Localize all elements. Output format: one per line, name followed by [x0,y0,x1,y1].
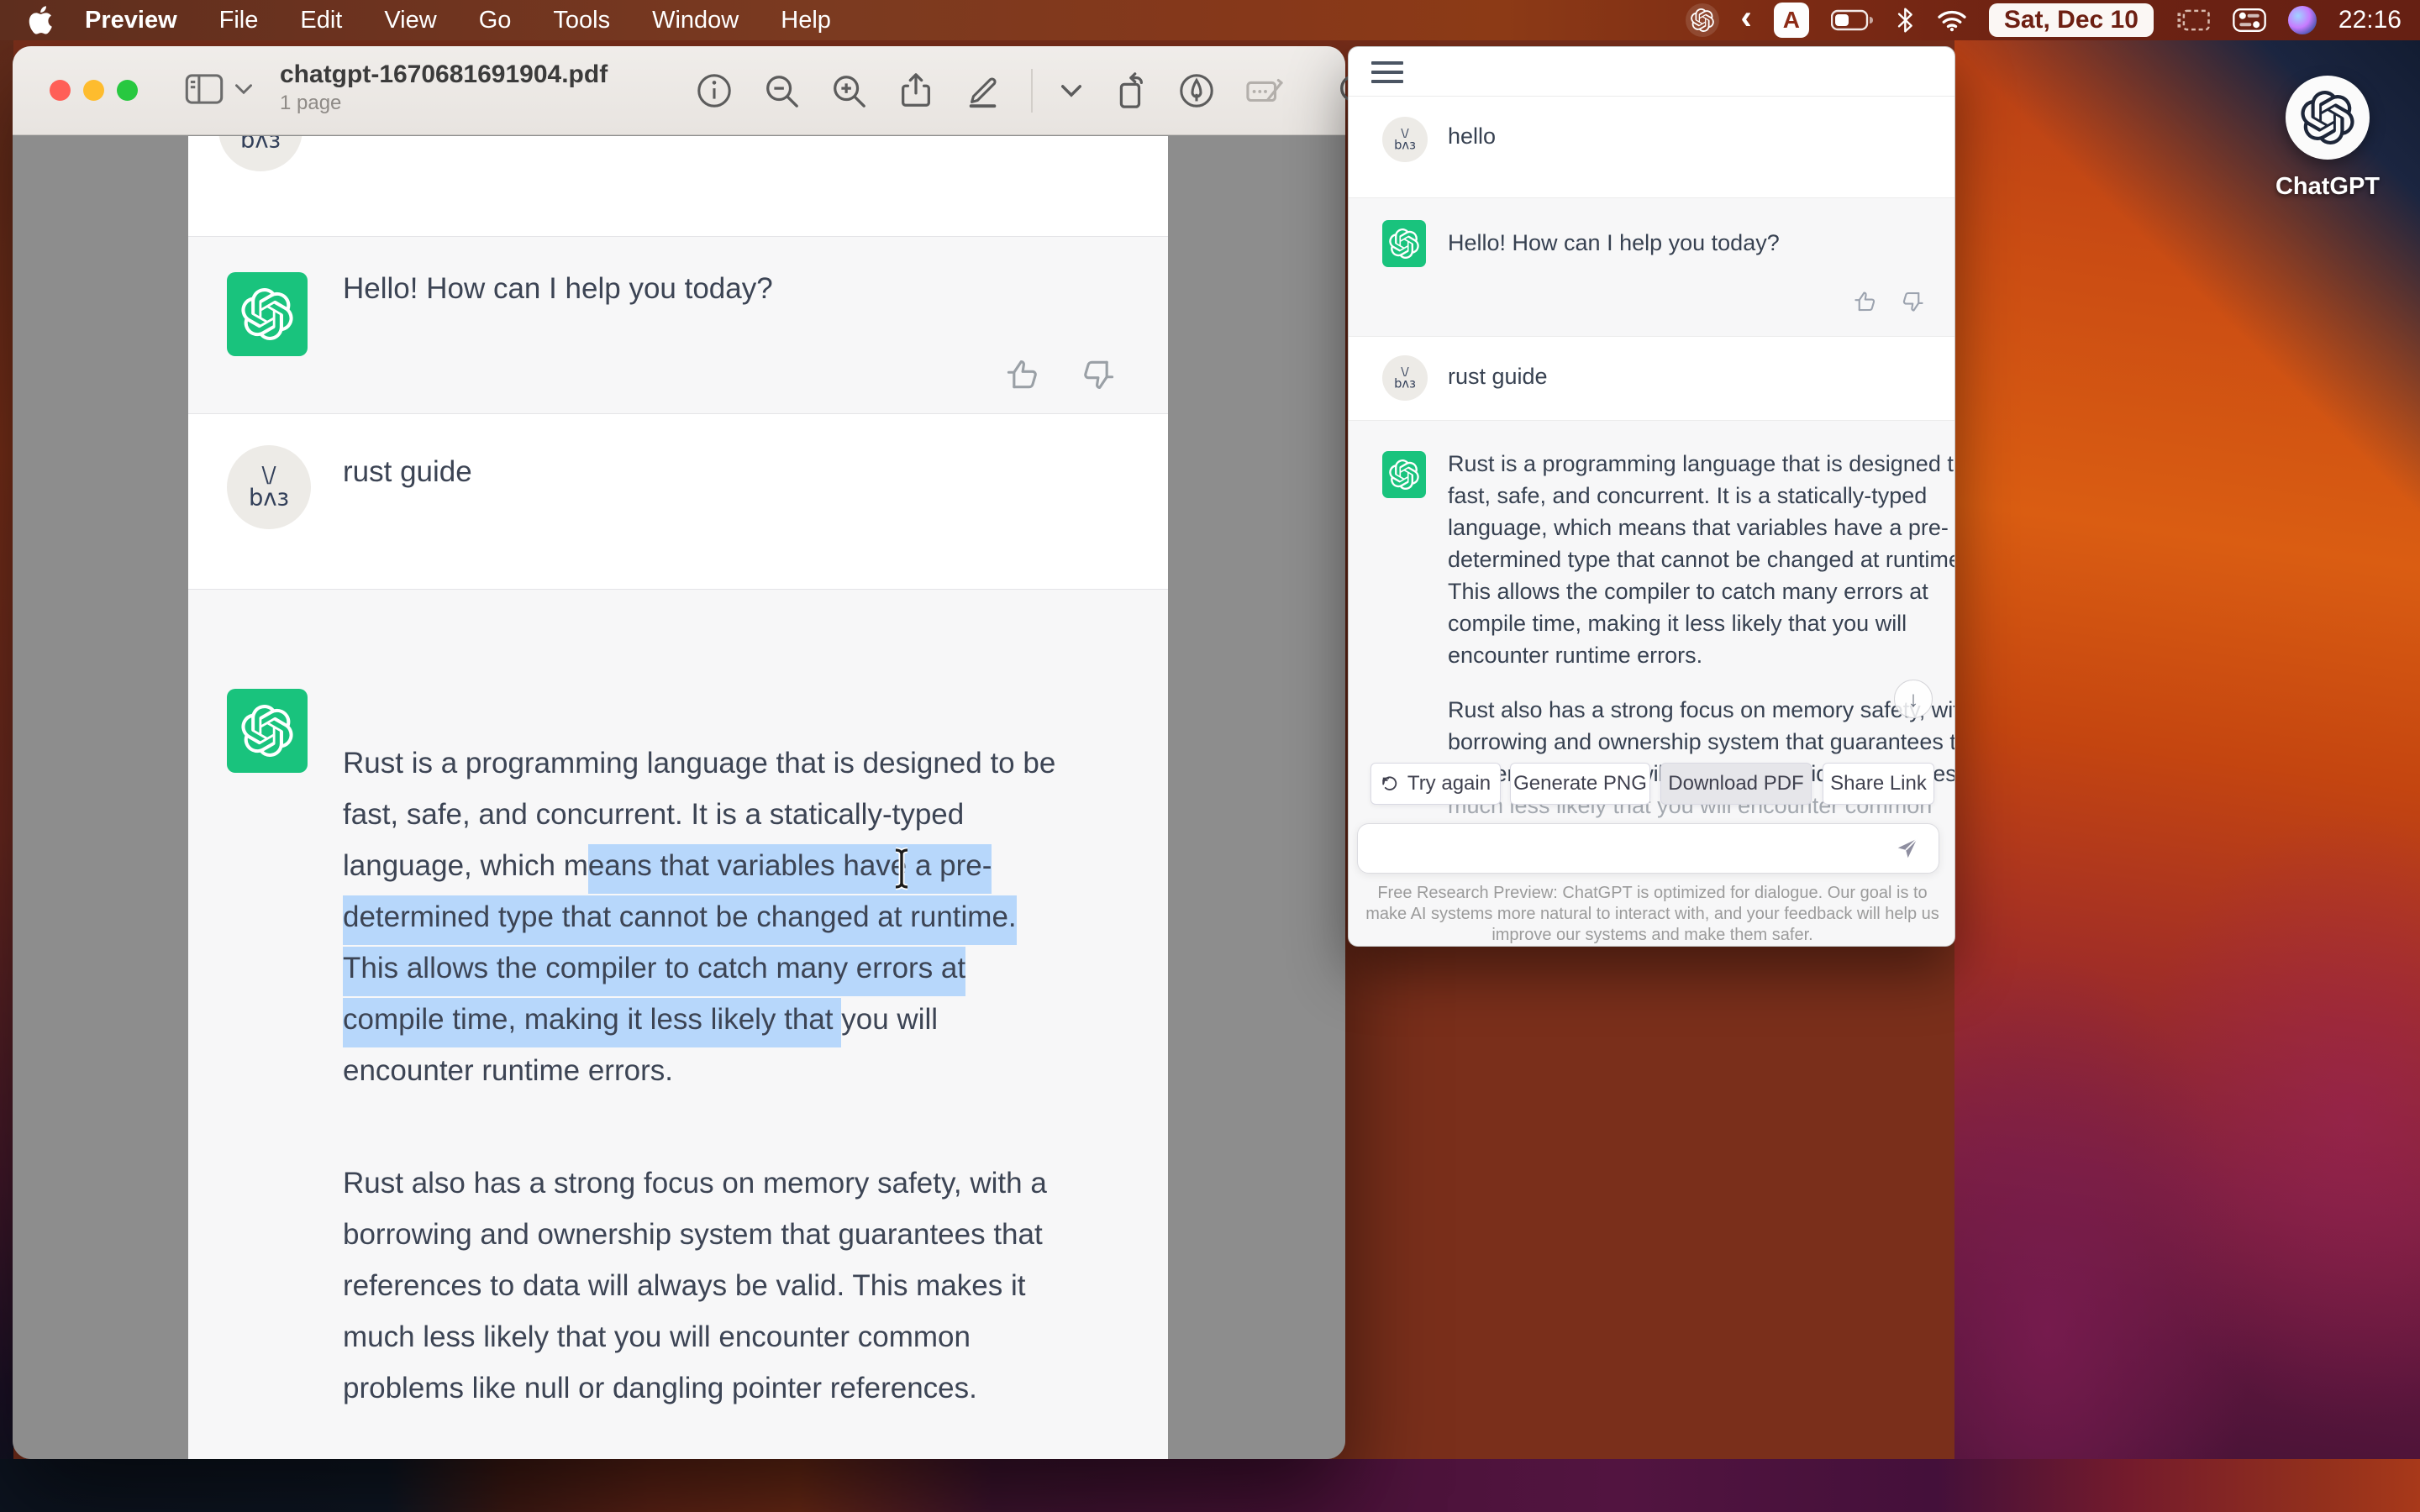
menu-clock[interactable]: 22:16 [2338,6,2402,34]
menu-go[interactable]: Go [458,7,533,34]
toolbar-divider [1031,69,1033,113]
menu-help[interactable]: Help [760,7,852,34]
chatgpt-status-icon[interactable] [1686,3,1719,37]
chatgpt-avatar [1382,451,1426,498]
chatgpt-logo-icon [2286,76,2370,160]
info-icon[interactable] [695,71,734,110]
menu-edit[interactable]: Edit [279,7,363,34]
user-avatar [227,445,311,529]
user-avatar [1382,117,1428,162]
text-cursor [889,847,914,890]
chatgpt-avatar [1382,220,1426,267]
sidebar-toggle-button[interactable] [185,73,252,105]
chat-user-msg-1: hello [1448,123,1496,150]
user-avatar-partial [218,136,302,171]
siri-icon[interactable] [2288,6,2317,34]
chatgpt-desktop-icon[interactable]: ChatGPT [2269,76,2386,201]
chatgpt-avatar [227,272,308,356]
battery-icon[interactable] [1831,9,1875,31]
desktop-icon-label: ChatGPT [2269,173,2386,201]
bluetooth-icon[interactable] [1897,7,1915,34]
menu-window[interactable]: Window [631,7,760,34]
wifi-icon[interactable] [1937,8,1967,32]
download-pdf-button[interactable]: Download PDF [1660,763,1812,805]
document-title: chatgpt-1670681691904.pdf [280,60,608,89]
zoom-in-icon[interactable] [829,71,868,110]
menu-bar: Preview File Edit View Go Tools Window H… [0,0,2420,40]
pdf-page[interactable]: Hello! How can I help you today? rust gu… [188,136,1168,1459]
pdf-assistant-answer-row: Rust is a programming language that is d… [188,589,1168,1459]
form-fill-icon[interactable] [1244,71,1286,110]
pdf-user-prompt: rust guide [343,455,472,489]
generate-png-button[interactable]: Generate PNG [1510,763,1650,805]
menu-tools[interactable]: Tools [532,7,631,34]
chevron-down-icon [235,83,252,95]
menu-view[interactable]: View [363,7,457,34]
markup-pen-icon[interactable] [1177,71,1216,110]
back-chevron-icon[interactable]: ‹ [1741,1,1752,34]
zoom-out-icon[interactable] [762,71,801,110]
chatgpt-window: hello Hello! How can I help you today? r… [1348,46,1955,947]
wallpaper-right [1954,0,2420,1512]
close-button[interactable] [50,80,71,101]
scroll-to-bottom-button[interactable]: ↓ [1894,680,1933,718]
control-center-icon[interactable] [2233,8,2266,32]
preview-window: chatgpt-1670681691904.pdf 1 page [13,46,1345,1459]
apple-menu-icon[interactable] [25,5,64,35]
pdf-assistant-greeting-row: Hello! How can I help you today? [188,236,1168,414]
pdf-assistant-greeting: Hello! How can I help you today? [343,272,773,306]
user-avatar [1382,355,1428,401]
menu-date[interactable]: Sat, Dec 10 [1989,3,2154,37]
chatgpt-footer-disclaimer: Free Research Preview: ChatGPT is optimi… [1359,883,1946,946]
share-link-button[interactable]: Share Link [1823,763,1934,805]
chat-assistant-row-1: Hello! How can I help you today? [1349,198,1954,337]
thumbs-down-icon[interactable] [1081,356,1118,393]
screen-mirroring-icon[interactable] [2175,8,2211,33]
keyboard-layout-icon[interactable]: A [1774,3,1809,38]
chat-user-row-1: hello [1349,97,1954,198]
menu-file[interactable]: File [198,7,280,34]
chatgpt-topbar [1349,47,1954,97]
chat-assistant-msg-1: Hello! How can I help you today? [1448,230,1780,256]
send-icon[interactable] [1895,836,1920,865]
thumbs-down-icon[interactable] [1901,289,1926,314]
chat-user-row-2: rust guide [1349,337,1954,421]
pdf-paragraph-2: Rust also has a strong focus on memory s… [343,1158,1047,1414]
menu-hamburger-icon[interactable] [1371,61,1403,89]
share-icon[interactable] [897,71,935,110]
pdf-user-prompt-row: rust guide [188,415,1168,589]
page-count: 1 page [280,92,608,115]
pdf-paragraph-3: One of the key features of Rust is its s… [343,1455,1046,1459]
chat-response-para-1: Rust is a programming language that is d… [1448,448,1955,671]
markup-chevron-icon[interactable] [1061,84,1081,97]
zoom-button[interactable] [117,80,138,101]
preview-titlebar[interactable]: chatgpt-1670681691904.pdf 1 page [13,46,1345,135]
chat-user-msg-2: rust guide [1448,364,1548,390]
rotate-icon[interactable] [1110,71,1149,110]
minimize-button[interactable] [83,80,104,101]
thumbs-up-icon[interactable] [1003,356,1040,393]
chatgpt-avatar [227,689,308,773]
preview-content-area[interactable]: Hello! How can I help you today? rust gu… [13,136,1345,1459]
thumbs-up-icon[interactable] [1852,289,1877,314]
menu-app-name[interactable]: Preview [64,7,198,34]
wallpaper-left [0,0,13,1512]
refresh-icon [1381,774,1399,793]
pdf-paragraph-1: Rust is a programming language that is d… [343,738,1055,1096]
wallpaper-bottom [0,1459,2420,1512]
chat-input[interactable] [1357,823,1939,874]
highlighter-icon[interactable] [964,71,1002,110]
try-again-button[interactable]: Try again [1370,763,1501,805]
